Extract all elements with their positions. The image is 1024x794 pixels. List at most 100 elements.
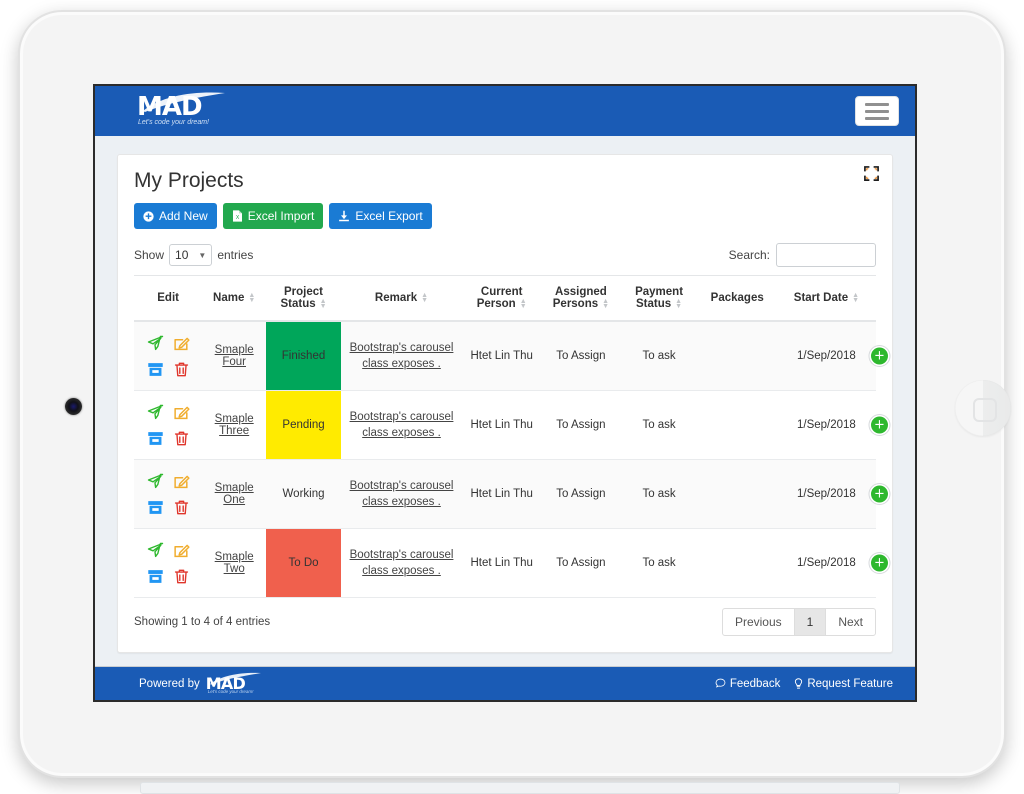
column-header-label: Edit — [157, 292, 179, 304]
page-length-value: 10 — [175, 248, 189, 262]
archive-box-icon[interactable] — [147, 499, 164, 516]
send-plane-icon[interactable] — [147, 335, 164, 352]
powered-by: Powered by MAD Let's code your dream! — [139, 672, 262, 695]
excel-export-label: Excel Export — [355, 209, 423, 223]
main-content: My Projects Add New X Excel Import Excel… — [95, 136, 915, 653]
archive-box-icon[interactable] — [147, 568, 164, 585]
table-row: Smaple Four Finished Bootstrap's carousel … — [134, 321, 888, 391]
delete-trash-icon[interactable] — [173, 499, 190, 516]
edit-pencil-icon[interactable] — [173, 335, 190, 352]
project-status-badge: To Do — [266, 528, 341, 598]
send-plane-icon[interactable] — [147, 542, 164, 559]
project-name-link[interactable]: Smaple Three — [215, 413, 254, 437]
previous-page-button[interactable]: Previous — [721, 608, 795, 636]
start-date-cell: 1/Sep/2018 + — [776, 528, 888, 598]
archive-box-icon[interactable] — [147, 361, 164, 378]
project-status-badge: Working — [266, 459, 341, 529]
sort-arrows-icon[interactable]: ▲ ▼ — [602, 298, 609, 310]
remark-cell: Bootstrap's carousel class exposes . — [340, 321, 463, 391]
project-name-link[interactable]: Smaple Four — [215, 344, 254, 368]
delete-trash-icon[interactable] — [173, 568, 190, 585]
project-name-link[interactable]: Smaple Two — [215, 551, 254, 575]
project-name-cell: Smaple Three — [202, 390, 267, 460]
brand-tagline: Let's code your dream! — [138, 119, 209, 126]
table-head: Edit Name ▲ ▼ Project Status ▲ ▼ Remark ▲ ▼ Curren… — [134, 275, 876, 322]
column-header-payment-status[interactable]: Payment Status ▲ ▼ — [620, 275, 698, 322]
delete-trash-icon[interactable] — [173, 361, 190, 378]
start-date-value: 1/Sep/2018 — [797, 419, 856, 431]
page-length-select[interactable]: 10 ▼ — [169, 244, 213, 266]
column-header-assigned-persons[interactable]: Assigned Persons ▲ ▼ — [541, 275, 621, 322]
add-circle-icon[interactable]: + — [871, 554, 888, 572]
project-name-cell: Smaple Four — [202, 321, 267, 391]
column-header-label: Packages — [710, 292, 764, 304]
excel-export-button[interactable]: Excel Export — [329, 203, 432, 229]
search-input[interactable] — [776, 243, 876, 267]
project-name-link[interactable]: Smaple One — [215, 482, 254, 506]
packages-cell — [697, 528, 777, 598]
request-feature-link[interactable]: Request Feature — [794, 678, 893, 690]
sort-arrows-icon[interactable]: ▲ ▼ — [675, 298, 682, 310]
add-circle-icon[interactable]: + — [871, 416, 888, 434]
add-new-button[interactable]: Add New — [134, 203, 217, 229]
column-header-remark[interactable]: Remark ▲ ▼ — [340, 275, 463, 322]
row-action-icon-group — [138, 399, 198, 451]
feedback-link[interactable]: Feedback — [715, 678, 780, 690]
current-person-cell: Htet Lin Thu — [462, 321, 542, 391]
request-feature-label: Request Feature — [807, 677, 893, 690]
column-header-label: Project Status — [280, 286, 324, 310]
sort-arrows-icon[interactable]: ▲ ▼ — [852, 292, 859, 304]
remark-link[interactable]: Bootstrap's carousel class exposes . — [345, 340, 458, 372]
sort-arrows-icon[interactable]: ▲ ▼ — [248, 292, 255, 304]
brand-logo[interactable]: MAD Let's code your dream! — [135, 91, 227, 131]
sort-arrows-icon[interactable]: ▲ ▼ — [320, 298, 327, 310]
column-header-label: Assigned Persons — [552, 286, 607, 310]
send-plane-icon[interactable] — [147, 404, 164, 421]
edit-pencil-icon[interactable] — [173, 404, 190, 421]
sort-arrows-icon[interactable]: ▲ ▼ — [520, 298, 527, 310]
edit-pencil-icon[interactable] — [173, 542, 190, 559]
current-person-cell: Htet Lin Thu — [462, 459, 542, 529]
column-header-start-date[interactable]: Start Date ▲ ▼ — [776, 275, 876, 322]
archive-box-icon[interactable] — [147, 430, 164, 447]
footer-logo-tagline: Let's code your dream! — [207, 688, 254, 694]
add-circle-icon[interactable]: + — [871, 485, 888, 503]
next-page-button[interactable]: Next — [825, 608, 876, 636]
sort-arrows-icon[interactable]: ▲ ▼ — [421, 292, 428, 304]
add-new-label: Add New — [159, 209, 208, 223]
project-name-cell: Smaple One — [202, 459, 267, 529]
table-row: Smaple Two To Do Bootstrap's carousel clas… — [134, 528, 888, 598]
remark-link[interactable]: Bootstrap's carousel class exposes . — [345, 409, 458, 441]
column-header-label: Name — [213, 292, 245, 304]
row-actions-cell — [134, 321, 203, 391]
hamburger-bar — [865, 102, 889, 106]
download-icon — [339, 210, 350, 222]
browser-screen: MAD Let's code your dream! My Projects A… — [95, 86, 915, 700]
add-circle-icon[interactable]: + — [871, 347, 888, 365]
entries-label: entries — [217, 248, 254, 262]
column-header-label: Start Date — [793, 292, 849, 304]
remark-link[interactable]: Bootstrap's carousel class exposes . — [345, 547, 458, 579]
column-header-name[interactable]: Name ▲ ▼ — [202, 275, 267, 322]
excel-import-button[interactable]: X Excel Import — [222, 203, 324, 229]
row-actions-cell — [134, 528, 203, 598]
search-control: Search: — [729, 243, 876, 267]
delete-trash-icon[interactable] — [173, 430, 190, 447]
edit-pencil-icon[interactable] — [173, 473, 190, 490]
column-header-project-status[interactable]: Project Status ▲ ▼ — [266, 275, 341, 322]
hamburger-menu-icon[interactable] — [855, 96, 899, 126]
excel-import-label: Excel Import — [247, 209, 315, 223]
hamburger-bar — [865, 116, 889, 120]
powered-by-label: Powered by — [139, 677, 200, 690]
send-plane-icon[interactable] — [147, 473, 164, 490]
footer-brand-logo[interactable]: MAD Let's code your dream! — [206, 672, 262, 695]
column-header-current-person[interactable]: Current Person ▲ ▼ — [462, 275, 542, 322]
fullscreen-expand-icon[interactable] — [863, 165, 880, 182]
page-1-button[interactable]: 1 — [793, 608, 827, 636]
current-person-cell: Htet Lin Thu — [462, 390, 542, 460]
row-action-icon-group — [138, 330, 198, 382]
packages-cell — [697, 459, 777, 529]
start-date-cell: 1/Sep/2018 + — [776, 390, 888, 460]
remark-link[interactable]: Bootstrap's carousel class exposes . — [345, 478, 458, 510]
home-button[interactable] — [955, 380, 1011, 436]
